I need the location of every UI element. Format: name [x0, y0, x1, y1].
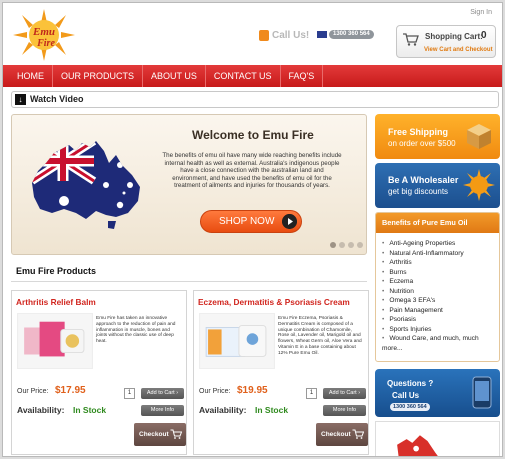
slider-dot[interactable] [330, 242, 336, 248]
cart-icon [170, 429, 182, 439]
price-label: Our Price: [199, 388, 231, 395]
product-price: $19.95 [237, 385, 268, 396]
product-description: Emu Fire Eczema, Psoriasis & Dermatitis … [278, 316, 362, 356]
availability-status: In Stock [255, 405, 289, 415]
list-item: Omega 3 EFA's [382, 296, 499, 306]
wholesaler-subtitle: get big discounts [388, 187, 449, 196]
play-arrow-icon [282, 214, 297, 229]
header-phone-number[interactable]: 1300 360 564 [329, 30, 374, 39]
benefits-panel: Benefits of Pure Emu Oil Anti-Ageing Pro… [375, 212, 500, 362]
availability-status: In Stock [73, 405, 107, 415]
price-label: Our Price: [17, 388, 49, 395]
cart-icon [352, 429, 364, 439]
australia-flag-icon [317, 31, 327, 38]
list-item: Anti-Ageing Properties [382, 239, 499, 249]
hero-title: Welcome to Emu Fire [192, 128, 314, 142]
checkout-button[interactable]: Checkout [316, 423, 368, 446]
hero-banner: Welcome to Emu Fire The benefits of emu … [11, 114, 367, 255]
watch-video-bar[interactable]: ↓ Watch Video [11, 91, 499, 108]
svg-text:Emu: Emu [32, 26, 55, 38]
product-description: Emu Fire has taken an innovative approac… [96, 316, 176, 345]
list-item: Psoriasis [382, 315, 499, 325]
sign-in-link[interactable]: Sign In [470, 9, 492, 16]
availability-label: Availability: [199, 405, 247, 415]
more-info-button[interactable]: More Info [323, 405, 366, 416]
mobile-phone-icon [472, 376, 492, 409]
slider-dot[interactable] [348, 242, 354, 248]
add-to-cart-button[interactable]: Add to Cart › [141, 388, 184, 399]
shopping-cart-box[interactable]: Shopping Cart: 0 View Cart and Checkout [396, 25, 496, 58]
list-item: Arthritis [382, 258, 499, 268]
list-item: Pain Management [382, 306, 499, 316]
list-item: Wound Care, and much, much more... [382, 334, 499, 353]
list-item: Burns [382, 268, 499, 278]
list-item: Sports Injuries [382, 325, 499, 335]
divider [11, 281, 367, 282]
shop-now-label: SHOP NOW [219, 216, 275, 227]
more-info-button[interactable]: More Info [141, 405, 184, 416]
wholesaler-banner[interactable]: Be A Wholesaler get big discounts [375, 163, 500, 208]
australia-flag-map-image [32, 141, 140, 229]
nav-about-us[interactable]: ABOUT US [143, 65, 206, 87]
questions-call-label: Call Us [392, 391, 420, 400]
australia-map-image [375, 421, 500, 456]
sun-icon [463, 169, 495, 201]
free-shipping-banner[interactable]: Free Shipping on order over $500 [375, 114, 500, 159]
list-item: Eczema [382, 277, 499, 287]
cart-icon [403, 33, 419, 46]
call-us-label: Call Us! [259, 30, 309, 41]
benefits-list: Anti-Ageing Properties Natural Anti-Infl… [376, 233, 499, 353]
slider-dot[interactable] [339, 242, 345, 248]
nav-faqs[interactable]: FAQ'S [281, 65, 324, 87]
nav-contact-us[interactable]: CONTACT US [206, 65, 281, 87]
free-shipping-subtitle: on order over $500 [388, 139, 456, 148]
nav-our-products[interactable]: OUR PRODUCTS [53, 65, 144, 87]
quantity-input[interactable]: 1 [124, 388, 135, 399]
slider-dot[interactable] [357, 242, 363, 248]
page-frame: Sign In Emu Fire Call Us! 1300 360 564 S… [2, 2, 503, 457]
hero-text: The benefits of emu oil have many wide r… [162, 152, 342, 190]
cart-title: Shopping Cart: [425, 32, 483, 41]
availability-label: Availability: [17, 405, 65, 415]
checkout-button[interactable]: Checkout [134, 423, 186, 446]
view-cart-link[interactable]: View Cart and Checkout [424, 47, 493, 53]
nav-home[interactable]: HOME [3, 65, 53, 87]
main-nav: HOME OUR PRODUCTS ABOUT US CONTACT US FA… [3, 65, 502, 87]
quantity-input[interactable]: 1 [306, 388, 317, 399]
phone-icon [259, 30, 269, 41]
list-item: Natural Anti-Inflammatory [382, 249, 499, 259]
questions-phone-number: 1300 360 564 [390, 403, 430, 411]
benefits-title: Benefits of Pure Emu Oil [376, 213, 499, 233]
down-arrow-icon: ↓ [15, 94, 26, 105]
add-to-cart-button[interactable]: Add to Cart › [323, 388, 366, 399]
watch-video-label: Watch Video [30, 94, 84, 104]
product-title[interactable]: Eczema, Dermatitis & Psoriasis Cream [198, 297, 350, 307]
product-card: Eczema, Dermatitis & Psoriasis Cream Emu… [193, 290, 369, 455]
product-image[interactable] [199, 313, 275, 369]
questions-title: Questions ? [387, 379, 434, 388]
product-card: Arthritis Relief Balm Emu Fire has taken… [11, 290, 187, 455]
products-heading: Emu Fire Products [16, 266, 97, 276]
product-image[interactable] [17, 313, 93, 369]
shipping-box-icon [467, 124, 491, 149]
svg-text:Fire: Fire [36, 38, 55, 49]
slider-dots [330, 242, 363, 248]
emu-fire-logo[interactable]: Emu Fire [13, 9, 75, 61]
list-item: Nutrition [382, 287, 499, 297]
free-shipping-title: Free Shipping [388, 127, 449, 137]
questions-call-banner[interactable]: Questions ? Call Us 1300 360 564 [375, 369, 500, 417]
wholesaler-title: Be A Wholesaler [388, 175, 459, 185]
cart-count: 0 [481, 30, 487, 41]
shop-now-button[interactable]: SHOP NOW [200, 210, 302, 233]
product-title[interactable]: Arthritis Relief Balm [16, 297, 96, 307]
product-price: $17.95 [55, 385, 86, 396]
